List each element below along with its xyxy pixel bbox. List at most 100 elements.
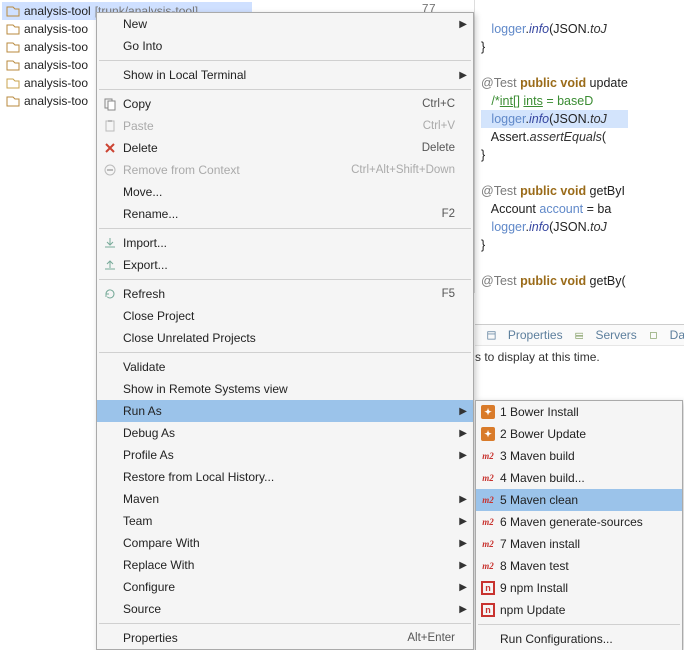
submenu-arrow-icon: ▶: [459, 604, 467, 615]
code-editor[interactable]: logger.info(JSON.toJ } @Test public void…: [474, 0, 684, 293]
project-icon: [6, 22, 20, 36]
submenu-item-maven-generate-sources[interactable]: m26 Maven generate-sources: [476, 511, 682, 533]
m2-icon: m2: [476, 471, 500, 485]
menu-item-label: Validate: [123, 360, 473, 374]
menu-item-label: Run As: [123, 404, 473, 418]
menu-item-label: Close Project: [123, 309, 473, 323]
m2-icon: m2: [476, 449, 500, 463]
menu-item-restore-from-local-history[interactable]: Restore from Local History...: [97, 466, 473, 488]
menu-item-delete[interactable]: DeleteDelete: [97, 137, 473, 159]
tree-item-label: analysis-too: [24, 76, 88, 90]
menu-item-new[interactable]: New▶: [97, 13, 473, 35]
menu-item-shortcut: Delete: [422, 142, 473, 154]
project-icon: [6, 4, 20, 18]
menu-item-maven[interactable]: Maven▶: [97, 488, 473, 510]
tab-data[interactable]: Da: [670, 328, 684, 342]
menu-item-label: Paste: [123, 119, 423, 133]
copy-icon: [97, 97, 123, 111]
menu-item-debug-as[interactable]: Debug As▶: [97, 422, 473, 444]
menu-item-close-unrelated-projects[interactable]: Close Unrelated Projects: [97, 327, 473, 349]
menu-item-label: Maven: [123, 492, 473, 506]
submenu-arrow-icon: ▶: [459, 406, 467, 417]
menu-item-label: Refresh: [123, 287, 442, 301]
menu-item-remove-from-context: Remove from ContextCtrl+Alt+Shift+Down: [97, 159, 473, 181]
tab-properties[interactable]: Properties: [508, 328, 563, 342]
menu-item-label: Remove from Context: [123, 163, 351, 177]
submenu-item-run-configurations[interactable]: Run Configurations...: [476, 628, 682, 650]
bottom-tabbar: Properties Servers Da: [475, 324, 684, 346]
blank-icon: [476, 632, 500, 646]
submenu-item-label: npm Update: [500, 603, 682, 617]
submenu-item-maven-build[interactable]: m23 Maven build: [476, 445, 682, 467]
menu-item-copy[interactable]: CopyCtrl+C: [97, 93, 473, 115]
submenu-item-maven-install[interactable]: m27 Maven install: [476, 533, 682, 555]
submenu-arrow-icon: ▶: [459, 582, 467, 593]
menu-separator: [99, 279, 471, 280]
submenu-arrow-icon: ▶: [459, 516, 467, 527]
project-icon: [6, 58, 20, 72]
menu-item-rename[interactable]: Rename...F2: [97, 203, 473, 225]
menu-item-move[interactable]: Move...: [97, 181, 473, 203]
menu-separator: [99, 623, 471, 624]
menu-item-shortcut: Ctrl+Alt+Shift+Down: [351, 164, 473, 176]
menu-item-label: Configure: [123, 580, 473, 594]
submenu-item-bower-update[interactable]: ✦2 Bower Update: [476, 423, 682, 445]
submenu-item-maven-build[interactable]: m24 Maven build...: [476, 467, 682, 489]
menu-item-team[interactable]: Team▶: [97, 510, 473, 532]
menu-item-label: Rename...: [123, 207, 442, 221]
m2-icon: m2: [476, 493, 500, 507]
menu-item-label: Compare With: [123, 536, 473, 550]
menu-item-export[interactable]: Export...: [97, 254, 473, 276]
menu-item-source[interactable]: Source▶: [97, 598, 473, 620]
refresh-icon: [97, 287, 123, 301]
menu-item-show-in-local-terminal[interactable]: Show in Local Terminal▶: [97, 64, 473, 86]
menu-item-label: Debug As: [123, 426, 473, 440]
menu-item-shortcut: Ctrl+C: [422, 98, 473, 110]
menu-item-shortcut: Ctrl+V: [423, 120, 473, 132]
submenu-item-bower-install[interactable]: ✦1 Bower Install: [476, 401, 682, 423]
tree-item-label: analysis-too: [24, 94, 88, 108]
project-icon: [6, 94, 20, 108]
tab-servers[interactable]: Servers: [595, 328, 636, 342]
remove-icon: [97, 163, 123, 177]
menu-item-label: Team: [123, 514, 473, 528]
menu-item-paste: PasteCtrl+V: [97, 115, 473, 137]
menu-item-run-as[interactable]: Run As▶: [97, 400, 473, 422]
menu-item-configure[interactable]: Configure▶: [97, 576, 473, 598]
submenu-item-label: 2 Bower Update: [500, 427, 682, 441]
menu-item-compare-with[interactable]: Compare With▶: [97, 532, 473, 554]
m2-icon: m2: [476, 537, 500, 551]
menu-item-close-project[interactable]: Close Project: [97, 305, 473, 327]
submenu-item-npm-install[interactable]: n9 npm Install: [476, 577, 682, 599]
menu-item-properties[interactable]: PropertiesAlt+Enter: [97, 627, 473, 649]
submenu-item-label: 9 npm Install: [500, 581, 682, 595]
submenu-item-npm-update[interactable]: nnpm Update: [476, 599, 682, 621]
npm-icon: n: [476, 581, 500, 595]
import-icon: [97, 236, 123, 250]
tree-item-label: analysis-tool: [24, 4, 91, 18]
menu-item-label: Close Unrelated Projects: [123, 331, 473, 345]
menu-item-label: Source: [123, 602, 473, 616]
submenu-item-label: 7 Maven install: [500, 537, 682, 551]
submenu-arrow-icon: ▶: [459, 494, 467, 505]
submenu-arrow-icon: ▶: [459, 19, 467, 30]
menu-item-label: Show in Local Terminal: [123, 68, 473, 82]
menu-item-validate[interactable]: Validate: [97, 356, 473, 378]
menu-item-profile-as[interactable]: Profile As▶: [97, 444, 473, 466]
menu-item-go-into[interactable]: Go Into: [97, 35, 473, 57]
tree-item-label: analysis-too: [24, 40, 88, 54]
status-message: s to display at this time.: [475, 350, 600, 364]
submenu-item-label: 6 Maven generate-sources: [500, 515, 682, 529]
menu-item-show-in-remote-systems-view[interactable]: Show in Remote Systems view: [97, 378, 473, 400]
submenu-item-maven-clean[interactable]: m25 Maven clean: [476, 489, 682, 511]
runas-submenu: ✦1 Bower Install✦2 Bower Updatem23 Maven…: [475, 400, 683, 650]
menu-item-import[interactable]: Import...: [97, 232, 473, 254]
m2-icon: m2: [476, 559, 500, 573]
project-icon: [6, 40, 20, 54]
menu-item-label: Show in Remote Systems view: [123, 382, 473, 396]
bower-icon: ✦: [476, 427, 500, 441]
export-icon: [97, 258, 123, 272]
submenu-item-maven-test[interactable]: m28 Maven test: [476, 555, 682, 577]
menu-item-refresh[interactable]: RefreshF5: [97, 283, 473, 305]
menu-item-replace-with[interactable]: Replace With▶: [97, 554, 473, 576]
